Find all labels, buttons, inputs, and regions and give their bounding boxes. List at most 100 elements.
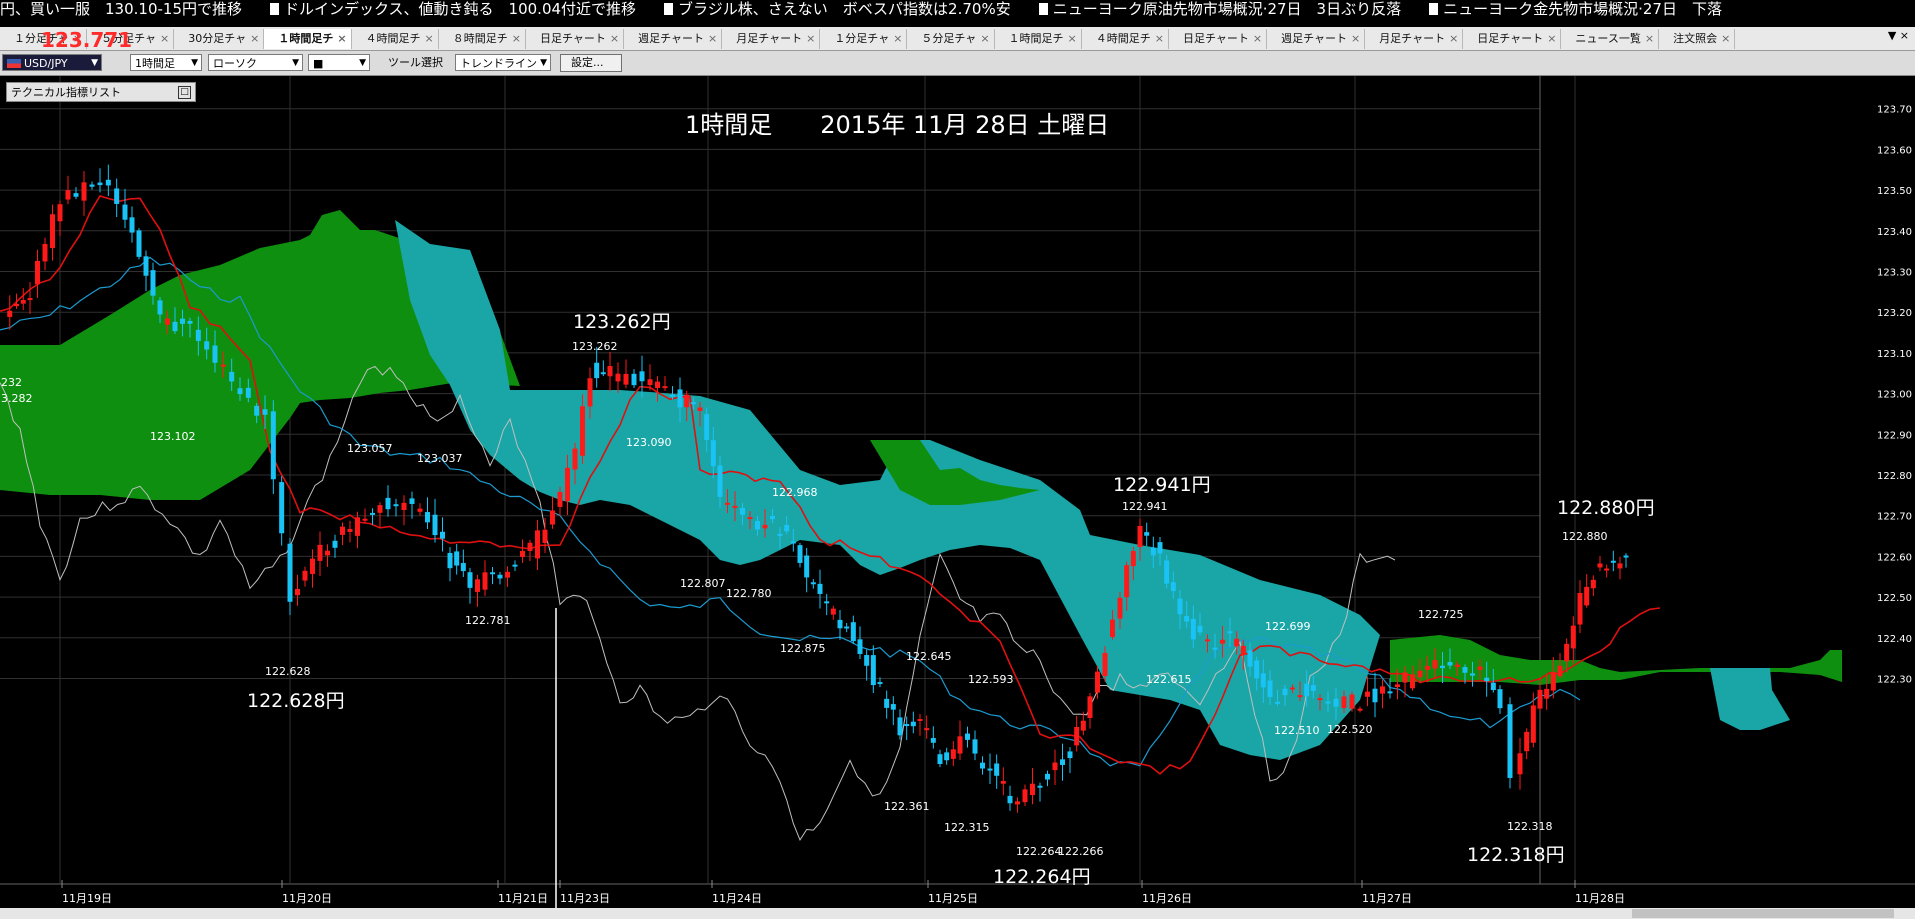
close-icon[interactable]: × <box>1068 32 1077 45</box>
x-tick-label: 11月21日 <box>498 892 548 905</box>
chart-tab-label: ５分足チャ <box>921 32 977 45</box>
style-select[interactable]: ■ ▼ <box>308 54 370 71</box>
close-icon[interactable]: × <box>610 32 619 45</box>
close-icon[interactable]: × <box>1547 32 1556 45</box>
candle-body <box>1205 639 1210 642</box>
candle-body <box>965 733 970 740</box>
candle-body <box>1190 618 1196 640</box>
chart-tab[interactable]: 日足チャート × <box>1169 29 1268 49</box>
price-annotation-small: 122.510 <box>1274 724 1320 737</box>
candle-body <box>454 551 460 566</box>
close-icon[interactable]: × <box>337 32 346 45</box>
indicator-list-panel[interactable]: テクニカル指標リスト □ <box>6 82 196 102</box>
candle-body <box>1557 665 1563 677</box>
ticker-item[interactable]: ドルインデックス、値動き鈍る 100.04付近で推移 <box>270 0 636 18</box>
chart-tab[interactable]: ４時間足チ × <box>1082 29 1169 49</box>
chart-tab[interactable]: 日足チャート × <box>526 29 625 49</box>
candle-body <box>302 570 308 581</box>
chevron-down-icon: ▼ <box>91 58 98 68</box>
price-annotation-small: 123.037 <box>417 452 463 465</box>
chart-tab[interactable]: ４時間足チ × <box>352 29 439 49</box>
candle-body <box>1325 701 1331 704</box>
chevron-down-icon: ▼ <box>292 58 299 68</box>
candle-body <box>755 520 760 530</box>
close-icon[interactable]: × <box>1253 32 1262 45</box>
horizontal-scrollbar[interactable] <box>0 908 1915 919</box>
candle-body <box>460 563 466 572</box>
close-icon[interactable]: × <box>806 32 815 45</box>
chart-tab[interactable]: ５分足チャ × <box>907 29 995 49</box>
close-icon[interactable]: × <box>1155 32 1164 45</box>
candle-body <box>1365 691 1370 697</box>
candle-body <box>1333 698 1339 707</box>
candle-body <box>837 619 843 629</box>
close-icon[interactable]: × <box>160 32 169 45</box>
price-annotation-small: 122.780 <box>726 587 772 600</box>
price-annotation-small: 122.968 <box>772 486 818 499</box>
chart-tab[interactable]: 注文照会 × <box>1659 29 1736 49</box>
settings-button[interactable]: 設定... <box>560 54 622 72</box>
candle-body <box>1184 616 1190 622</box>
candle-body <box>924 728 930 731</box>
candle-body <box>710 440 716 467</box>
minimize-icon[interactable]: □ <box>178 86 191 99</box>
candle-body <box>1124 565 1130 598</box>
timeframe-select[interactable]: 1時間足 ▼ <box>130 54 202 71</box>
candle-body <box>810 582 816 585</box>
close-icon[interactable]: × <box>1645 32 1654 45</box>
close-icon[interactable]: × <box>1351 32 1360 45</box>
candle-body <box>870 655 876 686</box>
candle-body <box>114 188 120 204</box>
candle-body <box>1220 639 1225 644</box>
y-tick-label: 122.60 <box>1877 552 1912 563</box>
price-chart[interactable]: 123.80123.70123.60123.50123.40123.30123.… <box>0 76 1915 908</box>
candle-body <box>1484 677 1490 682</box>
close-icon[interactable]: × <box>1449 32 1458 45</box>
close-icon[interactable]: × <box>512 32 521 45</box>
chart-tab[interactable]: ニュース一覧 × <box>1561 29 1660 49</box>
tool-select[interactable]: トレンドライン ▼ <box>455 54 551 71</box>
candle-body <box>1623 555 1629 558</box>
candle-body <box>877 682 883 685</box>
chart-tab[interactable]: 日足チャート × <box>1463 29 1562 49</box>
news-doc-icon <box>270 3 279 15</box>
chart-tab[interactable]: 30分足チャ × <box>174 29 265 49</box>
y-tick-label: 123.10 <box>1877 349 1912 360</box>
news-ticker: 円、買い一服 130.10-15円で推移 ドルインデックス、値動き鈍る 100.0… <box>0 0 1915 20</box>
chart-type-select[interactable]: ローソク ▼ <box>208 54 303 71</box>
close-icon[interactable]: × <box>250 32 259 45</box>
price-annotation-small: 122.264 <box>1016 845 1062 858</box>
chart-tab[interactable]: １分足チャ × <box>820 29 908 49</box>
ticker-item[interactable]: ニューヨーク原油先物市場概況·27日 3日ぶり反落 <box>1038 0 1401 18</box>
chart-tab[interactable]: 週足チャート × <box>1267 29 1366 49</box>
candle-body <box>1275 701 1280 704</box>
chart-tab[interactable]: 週足チャート × <box>624 29 723 49</box>
candle-body <box>42 243 48 262</box>
tab-menu-button[interactable]: ▼ × <box>1888 29 1909 42</box>
close-icon[interactable]: × <box>980 32 989 45</box>
chart-tab[interactable]: 月足チャート × <box>1365 29 1464 49</box>
indicator-list-title: テクニカル指標リスト <box>11 86 121 99</box>
candle-body <box>97 182 103 186</box>
close-icon[interactable]: × <box>425 32 434 45</box>
close-icon[interactable]: × <box>893 32 902 45</box>
candle-body <box>1030 783 1035 796</box>
candle-body <box>1425 665 1430 670</box>
close-icon[interactable]: × <box>708 32 717 45</box>
ticker-item[interactable]: ニューヨーク金先物市場概況·27日 下落 <box>1429 0 1722 18</box>
close-icon[interactable]: × <box>1721 32 1730 45</box>
ticker-item[interactable]: ブラジル株、さえない ボベスパ指数は2.70%安 <box>664 0 1011 18</box>
symbol-select[interactable]: USD/JPY ▼ <box>2 54 102 71</box>
chart-tab[interactable]: ８時間足チ × <box>439 29 526 49</box>
chart-tab[interactable]: １時間足チ × <box>264 29 352 49</box>
chart-tab-label: 月足チャート <box>1379 32 1446 45</box>
candle-body <box>1597 563 1603 568</box>
price-annotation-large: 123.262円 <box>573 311 671 333</box>
ticker-item[interactable]: 円、買い一服 130.10-15円で推移 <box>0 0 242 18</box>
chart-tab[interactable]: １時間足チ × <box>995 29 1082 49</box>
candle-body <box>844 626 850 629</box>
scrollbar-thumb[interactable] <box>1632 909 1894 918</box>
candle-body <box>1067 751 1073 759</box>
chart-tab[interactable]: 月足チャート × <box>722 29 821 49</box>
candle-body <box>725 502 730 505</box>
